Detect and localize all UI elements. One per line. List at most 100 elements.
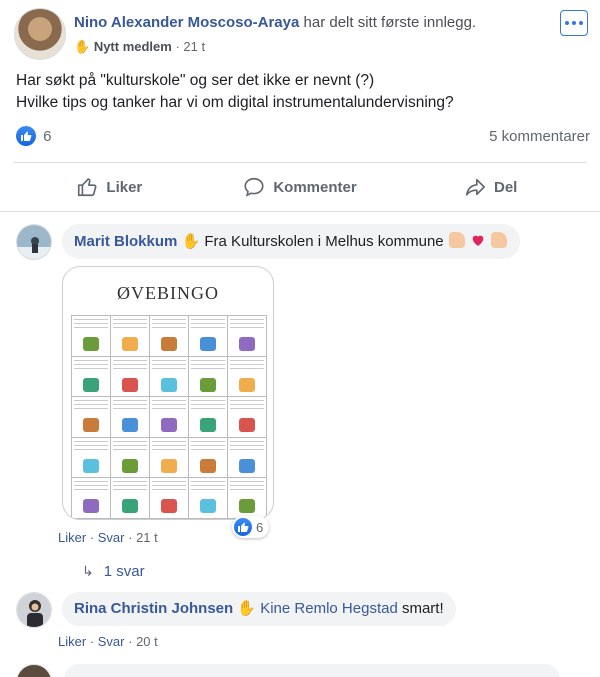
bingo-cell-text bbox=[191, 359, 225, 370]
image-reaction-count: 6 bbox=[256, 519, 264, 535]
bingo-cell-text bbox=[191, 319, 225, 329]
comment-like-link[interactable]: Liker bbox=[58, 634, 86, 649]
share-button[interactable]: Del bbox=[395, 170, 586, 204]
bingo-cell-text bbox=[230, 440, 264, 451]
bingo-cell-picture bbox=[122, 458, 138, 473]
bingo-cell-text bbox=[152, 481, 186, 492]
like-label: Liker bbox=[106, 178, 143, 196]
image-reactions[interactable]: 6 bbox=[232, 516, 270, 538]
bingo-cell-text bbox=[191, 481, 225, 492]
bingo-cell bbox=[72, 356, 111, 398]
comment-button[interactable]: Kommenter bbox=[205, 170, 396, 204]
bingo-cell-picture bbox=[122, 377, 138, 392]
bingo-cell-text bbox=[230, 359, 264, 370]
commenter-avatar[interactable] bbox=[16, 592, 52, 628]
bingo-cell-text bbox=[113, 481, 147, 492]
more-icon[interactable] bbox=[560, 10, 588, 36]
bingo-cell-picture bbox=[239, 499, 255, 514]
like-icon bbox=[78, 178, 97, 197]
bingo-cell-picture bbox=[161, 418, 177, 433]
bingo-cell-text bbox=[152, 400, 186, 411]
raised-hands-emoji-icon bbox=[491, 232, 508, 248]
post-time[interactable]: 21 t bbox=[183, 39, 205, 54]
bingo-cell bbox=[189, 356, 228, 398]
wave-icon: ✋ bbox=[74, 39, 91, 54]
reaction-count[interactable]: 6 bbox=[43, 128, 51, 145]
bingo-cell bbox=[111, 478, 150, 519]
bingo-cell-picture bbox=[200, 499, 216, 514]
author-avatar[interactable] bbox=[14, 8, 66, 60]
bingo-cell-text bbox=[74, 440, 108, 451]
comment-meta: Liker · Svar · 21 t bbox=[58, 530, 158, 545]
comment-text: Fra Kulturskolen i Melhus kommune bbox=[204, 233, 444, 250]
bingo-cell bbox=[189, 397, 228, 438]
bingo-cell-picture bbox=[83, 418, 99, 433]
like-button[interactable]: Liker bbox=[14, 170, 205, 204]
bingo-cell bbox=[228, 478, 267, 519]
bingo-cell bbox=[72, 437, 111, 479]
commenter-name[interactable]: Marit Blokkum bbox=[74, 233, 177, 250]
comment-bubble: Marit Blokkum ✋ Fra Kulturskolen i Melhu… bbox=[62, 224, 521, 259]
bingo-cell bbox=[228, 356, 267, 398]
comment-label: Kommenter bbox=[273, 178, 357, 196]
bingo-cell-picture bbox=[83, 377, 99, 392]
like-icon[interactable] bbox=[16, 126, 36, 146]
bingo-cell-picture bbox=[239, 337, 255, 351]
like-icon bbox=[234, 518, 252, 536]
heart-icon bbox=[472, 235, 484, 246]
bingo-cell-text bbox=[152, 359, 186, 370]
bingo-cell bbox=[150, 437, 189, 479]
bingo-cell-picture bbox=[122, 499, 138, 514]
author-line: Nino Alexander Moscoso-Araya har delt si… bbox=[74, 14, 476, 31]
post-text: Har søkt på "kulturskole" og ser det ikk… bbox=[16, 70, 586, 114]
post-header: Nino Alexander Moscoso-Araya har delt si… bbox=[14, 8, 588, 64]
bingo-cell-picture bbox=[83, 337, 99, 351]
bingo-cell-picture bbox=[200, 377, 216, 392]
comment-text: smart! bbox=[401, 600, 444, 617]
commenter-avatar[interactable] bbox=[16, 224, 52, 260]
commenter-avatar[interactable] bbox=[16, 664, 52, 677]
bingo-cell-text bbox=[74, 400, 108, 411]
bingo-cell bbox=[111, 397, 150, 438]
wave-icon: ✋ bbox=[237, 600, 257, 617]
member-badge[interactable]: Nytt medlem bbox=[94, 39, 172, 54]
author-action: har delt sitt første innlegg. bbox=[303, 14, 477, 31]
bingo-cell-picture bbox=[83, 499, 99, 514]
bingo-cell bbox=[189, 316, 228, 357]
bingo-cell bbox=[228, 437, 267, 479]
bingo-cell-text bbox=[191, 400, 225, 411]
comment-meta: Liker · Svar · 20 t bbox=[58, 634, 158, 649]
comment-time[interactable]: 20 t bbox=[136, 634, 158, 649]
comment-reply-link[interactable]: Svar bbox=[98, 530, 125, 545]
image-title: ØVEBINGO bbox=[117, 283, 219, 303]
bingo-grid bbox=[71, 315, 267, 519]
author-name[interactable]: Nino Alexander Moscoso-Araya bbox=[74, 14, 299, 31]
bingo-cell bbox=[150, 397, 189, 438]
commenter-name[interactable]: Rina Christin Johnsen bbox=[74, 600, 233, 617]
bingo-cell-picture bbox=[161, 337, 177, 351]
reactions-bar: 6 5 kommentarer bbox=[16, 126, 590, 148]
bingo-cell bbox=[228, 316, 267, 357]
bingo-cell-text bbox=[230, 481, 264, 492]
bingo-cell-text bbox=[113, 359, 147, 370]
bingo-cell-picture bbox=[83, 458, 99, 473]
share-label: Del bbox=[494, 178, 518, 196]
bingo-cell bbox=[189, 437, 228, 479]
mention-link[interactable]: Kine Remlo Hegstad bbox=[260, 600, 398, 617]
share-icon bbox=[465, 178, 485, 196]
comment-count[interactable]: 5 kommentarer bbox=[489, 128, 590, 145]
comment-time[interactable]: 21 t bbox=[136, 530, 158, 545]
bingo-cell bbox=[150, 316, 189, 357]
comment-image[interactable]: ØVEBINGO bbox=[62, 266, 274, 520]
replies-count: 1 svar bbox=[103, 563, 145, 580]
bingo-cell-picture bbox=[239, 377, 255, 392]
bingo-cell-text bbox=[113, 400, 147, 411]
bingo-cell bbox=[111, 356, 150, 398]
bingo-cell-picture bbox=[161, 377, 177, 392]
bingo-cell-picture bbox=[200, 458, 216, 473]
view-replies-link[interactable]: ↳ 1 svar bbox=[82, 563, 145, 580]
comment-reply-link[interactable]: Svar bbox=[98, 634, 125, 649]
bingo-cell-text bbox=[191, 440, 225, 451]
comment-like-link[interactable]: Liker bbox=[58, 530, 86, 545]
bingo-cell-text bbox=[152, 440, 186, 451]
